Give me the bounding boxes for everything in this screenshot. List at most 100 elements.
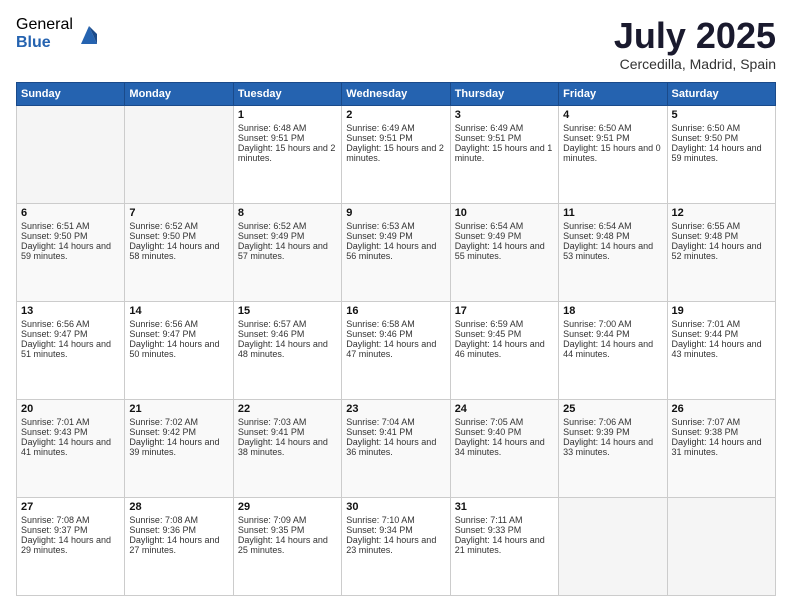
calendar-day: 29Sunrise: 7:09 AMSunset: 9:35 PMDayligh… [233, 497, 341, 595]
logo-text: General Blue [16, 16, 73, 51]
day-number: 26 [672, 403, 771, 415]
day-number: 28 [129, 501, 228, 513]
col-sunday: Sunday [17, 82, 125, 105]
sunset-time: Sunset: 9:42 PM [129, 427, 196, 437]
page: General Blue July 2025 Cercedilla, Madri… [0, 0, 792, 612]
sunrise-time: Sunrise: 6:52 AM [129, 221, 198, 231]
logo: General Blue [16, 16, 99, 51]
sunrise-time: Sunrise: 6:58 AM [346, 319, 415, 329]
daylight-hours: Daylight: 14 hours and 27 minutes. [129, 535, 219, 555]
daylight-hours: Daylight: 14 hours and 46 minutes. [455, 339, 545, 359]
sunrise-time: Sunrise: 7:02 AM [129, 417, 198, 427]
sunset-time: Sunset: 9:50 PM [21, 231, 88, 241]
sunset-time: Sunset: 9:35 PM [238, 525, 305, 535]
calendar-day: 7Sunrise: 6:52 AMSunset: 9:50 PMDaylight… [125, 203, 233, 301]
day-number: 12 [672, 207, 771, 219]
sunrise-time: Sunrise: 7:00 AM [563, 319, 632, 329]
sunset-time: Sunset: 9:48 PM [672, 231, 739, 241]
logo-icon [79, 22, 99, 46]
sunrise-time: Sunrise: 6:55 AM [672, 221, 741, 231]
calendar-day: 18Sunrise: 7:00 AMSunset: 9:44 PMDayligh… [559, 301, 667, 399]
col-thursday: Thursday [450, 82, 558, 105]
daylight-hours: Daylight: 14 hours and 44 minutes. [563, 339, 653, 359]
daylight-hours: Daylight: 15 hours and 1 minute. [455, 143, 553, 163]
calendar-day: 9Sunrise: 6:53 AMSunset: 9:49 PMDaylight… [342, 203, 450, 301]
day-number: 23 [346, 403, 445, 415]
daylight-hours: Daylight: 14 hours and 50 minutes. [129, 339, 219, 359]
sunset-time: Sunset: 9:37 PM [21, 525, 88, 535]
day-number: 2 [346, 109, 445, 121]
calendar-day [17, 105, 125, 203]
sunset-time: Sunset: 9:49 PM [455, 231, 522, 241]
daylight-hours: Daylight: 14 hours and 57 minutes. [238, 241, 328, 261]
sunrise-time: Sunrise: 6:56 AM [129, 319, 198, 329]
col-wednesday: Wednesday [342, 82, 450, 105]
calendar-day: 16Sunrise: 6:58 AMSunset: 9:46 PMDayligh… [342, 301, 450, 399]
calendar-table: Sunday Monday Tuesday Wednesday Thursday… [16, 82, 776, 596]
sunset-time: Sunset: 9:48 PM [563, 231, 630, 241]
sunrise-time: Sunrise: 6:48 AM [238, 123, 307, 133]
sunrise-time: Sunrise: 7:11 AM [455, 515, 523, 525]
calendar-week-1: 1Sunrise: 6:48 AMSunset: 9:51 PMDaylight… [17, 105, 776, 203]
calendar-day [559, 497, 667, 595]
day-number: 29 [238, 501, 337, 513]
calendar-day: 25Sunrise: 7:06 AMSunset: 9:39 PMDayligh… [559, 399, 667, 497]
sunset-time: Sunset: 9:50 PM [129, 231, 196, 241]
sunset-time: Sunset: 9:45 PM [455, 329, 522, 339]
day-number: 15 [238, 305, 337, 317]
calendar-day: 2Sunrise: 6:49 AMSunset: 9:51 PMDaylight… [342, 105, 450, 203]
sunset-time: Sunset: 9:46 PM [346, 329, 413, 339]
daylight-hours: Daylight: 14 hours and 33 minutes. [563, 437, 653, 457]
day-number: 21 [129, 403, 228, 415]
calendar-day: 27Sunrise: 7:08 AMSunset: 9:37 PMDayligh… [17, 497, 125, 595]
sunset-time: Sunset: 9:41 PM [346, 427, 413, 437]
day-number: 19 [672, 305, 771, 317]
sunrise-time: Sunrise: 6:50 AM [672, 123, 741, 133]
calendar-day: 22Sunrise: 7:03 AMSunset: 9:41 PMDayligh… [233, 399, 341, 497]
daylight-hours: Daylight: 14 hours and 47 minutes. [346, 339, 436, 359]
daylight-hours: Daylight: 14 hours and 29 minutes. [21, 535, 111, 555]
daylight-hours: Daylight: 14 hours and 48 minutes. [238, 339, 328, 359]
sunrise-time: Sunrise: 7:04 AM [346, 417, 415, 427]
sunrise-time: Sunrise: 6:57 AM [238, 319, 307, 329]
daylight-hours: Daylight: 14 hours and 58 minutes. [129, 241, 219, 261]
day-number: 8 [238, 207, 337, 219]
daylight-hours: Daylight: 15 hours and 2 minutes. [346, 143, 444, 163]
sunrise-time: Sunrise: 7:08 AM [129, 515, 198, 525]
daylight-hours: Daylight: 14 hours and 56 minutes. [346, 241, 436, 261]
header: General Blue July 2025 Cercedilla, Madri… [16, 16, 776, 72]
day-number: 31 [455, 501, 554, 513]
sunrise-time: Sunrise: 6:59 AM [455, 319, 524, 329]
title-block: July 2025 Cercedilla, Madrid, Spain [614, 16, 776, 72]
sunset-time: Sunset: 9:51 PM [455, 133, 522, 143]
col-monday: Monday [125, 82, 233, 105]
day-number: 14 [129, 305, 228, 317]
sunset-time: Sunset: 9:34 PM [346, 525, 413, 535]
header-row: Sunday Monday Tuesday Wednesday Thursday… [17, 82, 776, 105]
daylight-hours: Daylight: 14 hours and 39 minutes. [129, 437, 219, 457]
calendar-day: 10Sunrise: 6:54 AMSunset: 9:49 PMDayligh… [450, 203, 558, 301]
day-number: 11 [563, 207, 662, 219]
calendar-day: 20Sunrise: 7:01 AMSunset: 9:43 PMDayligh… [17, 399, 125, 497]
sunrise-time: Sunrise: 7:07 AM [672, 417, 741, 427]
calendar-day [125, 105, 233, 203]
sunrise-time: Sunrise: 6:50 AM [563, 123, 632, 133]
daylight-hours: Daylight: 14 hours and 41 minutes. [21, 437, 111, 457]
sunset-time: Sunset: 9:46 PM [238, 329, 305, 339]
sunrise-time: Sunrise: 6:49 AM [346, 123, 415, 133]
sunrise-time: Sunrise: 7:10 AM [346, 515, 415, 525]
sunrise-time: Sunrise: 7:03 AM [238, 417, 307, 427]
day-number: 25 [563, 403, 662, 415]
daylight-hours: Daylight: 14 hours and 59 minutes. [21, 241, 111, 261]
daylight-hours: Daylight: 14 hours and 25 minutes. [238, 535, 328, 555]
daylight-hours: Daylight: 14 hours and 21 minutes. [455, 535, 545, 555]
daylight-hours: Daylight: 14 hours and 59 minutes. [672, 143, 762, 163]
day-number: 17 [455, 305, 554, 317]
calendar-week-5: 27Sunrise: 7:08 AMSunset: 9:37 PMDayligh… [17, 497, 776, 595]
day-number: 6 [21, 207, 120, 219]
calendar-day: 28Sunrise: 7:08 AMSunset: 9:36 PMDayligh… [125, 497, 233, 595]
daylight-hours: Daylight: 14 hours and 43 minutes. [672, 339, 762, 359]
sunset-time: Sunset: 9:39 PM [563, 427, 630, 437]
sunset-time: Sunset: 9:51 PM [238, 133, 305, 143]
day-number: 5 [672, 109, 771, 121]
